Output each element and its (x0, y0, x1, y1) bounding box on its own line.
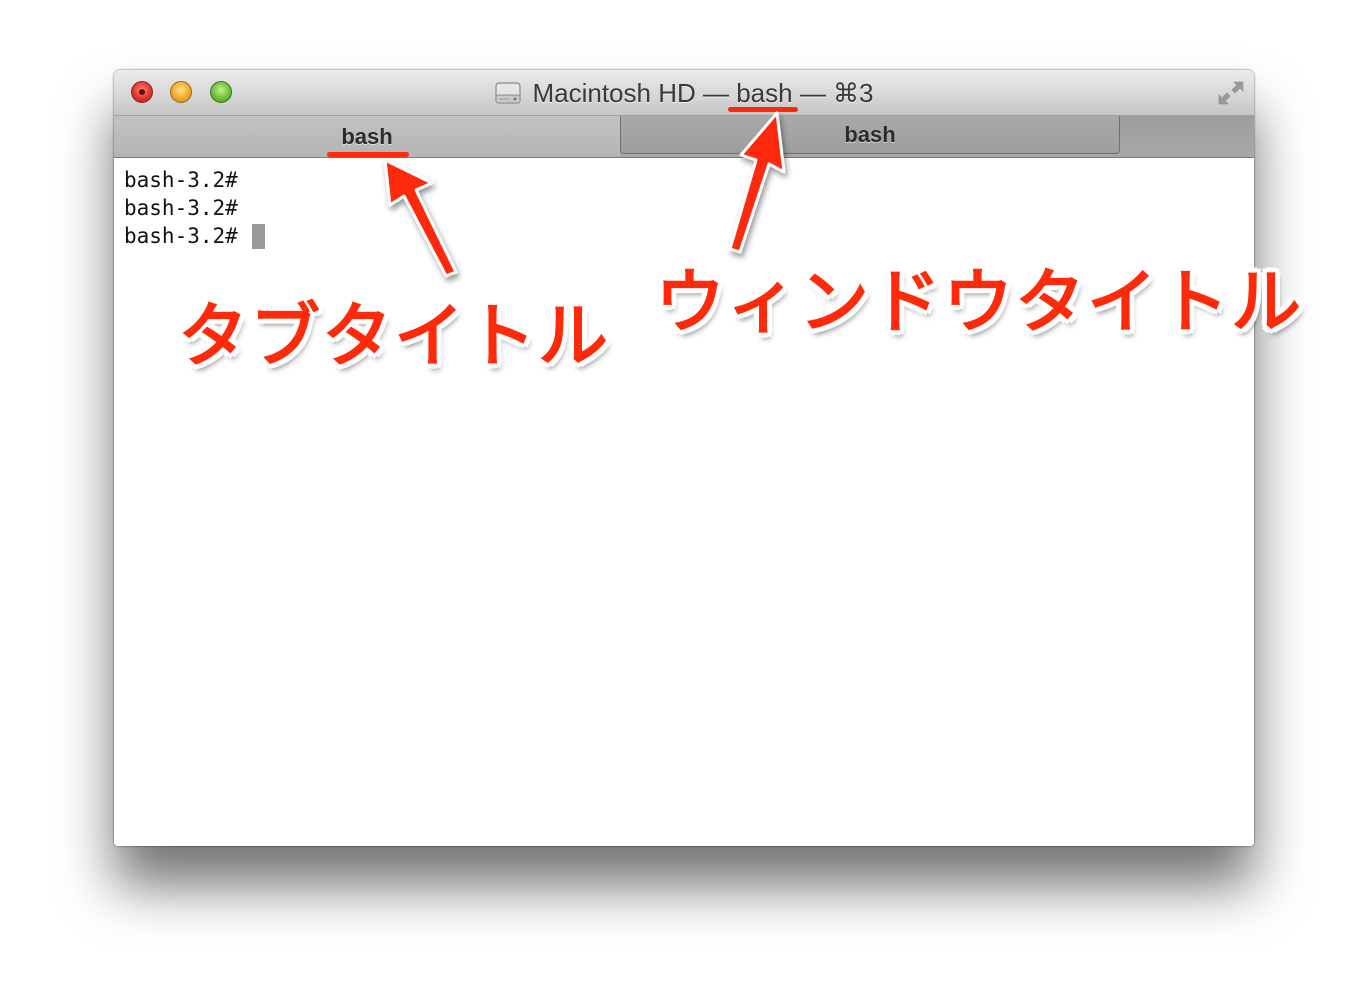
fullscreen-arrows-icon[interactable] (1216, 78, 1246, 108)
terminal-line: bash-3.2# (124, 196, 238, 220)
tab-bar: bash bash (114, 116, 1254, 158)
tab-bash-2[interactable]: bash (620, 116, 1120, 154)
window-title: Macintosh HD — bash — ⌘3 (114, 70, 1254, 116)
hard-disk-icon (495, 82, 522, 104)
window-titlebar[interactable]: Macintosh HD — bash — ⌘3 (114, 70, 1254, 116)
window-title-suffix: — ⌘3 (792, 77, 874, 108)
tab-bash-1[interactable]: bash (114, 116, 620, 157)
terminal-window: Macintosh HD — bash — ⌘3 bash bash bash-… (114, 70, 1254, 846)
terminal-line: bash-3.2# (124, 168, 238, 192)
window-title-annotation: ウィンドウタイトル (655, 261, 1303, 343)
tab-label: bash (341, 123, 393, 149)
tab-title-annotation: タブタイトル (178, 295, 610, 377)
tab-label: bash (844, 121, 896, 147)
window-title-underline (728, 107, 798, 112)
screenshot-stage: Macintosh HD — bash — ⌘3 bash bash bash-… (0, 0, 1368, 1004)
text-cursor (251, 223, 265, 249)
window-title-process: bash (736, 77, 793, 108)
window-title-prefix: Macintosh HD — (532, 77, 737, 108)
tab-title-underline (327, 152, 409, 157)
